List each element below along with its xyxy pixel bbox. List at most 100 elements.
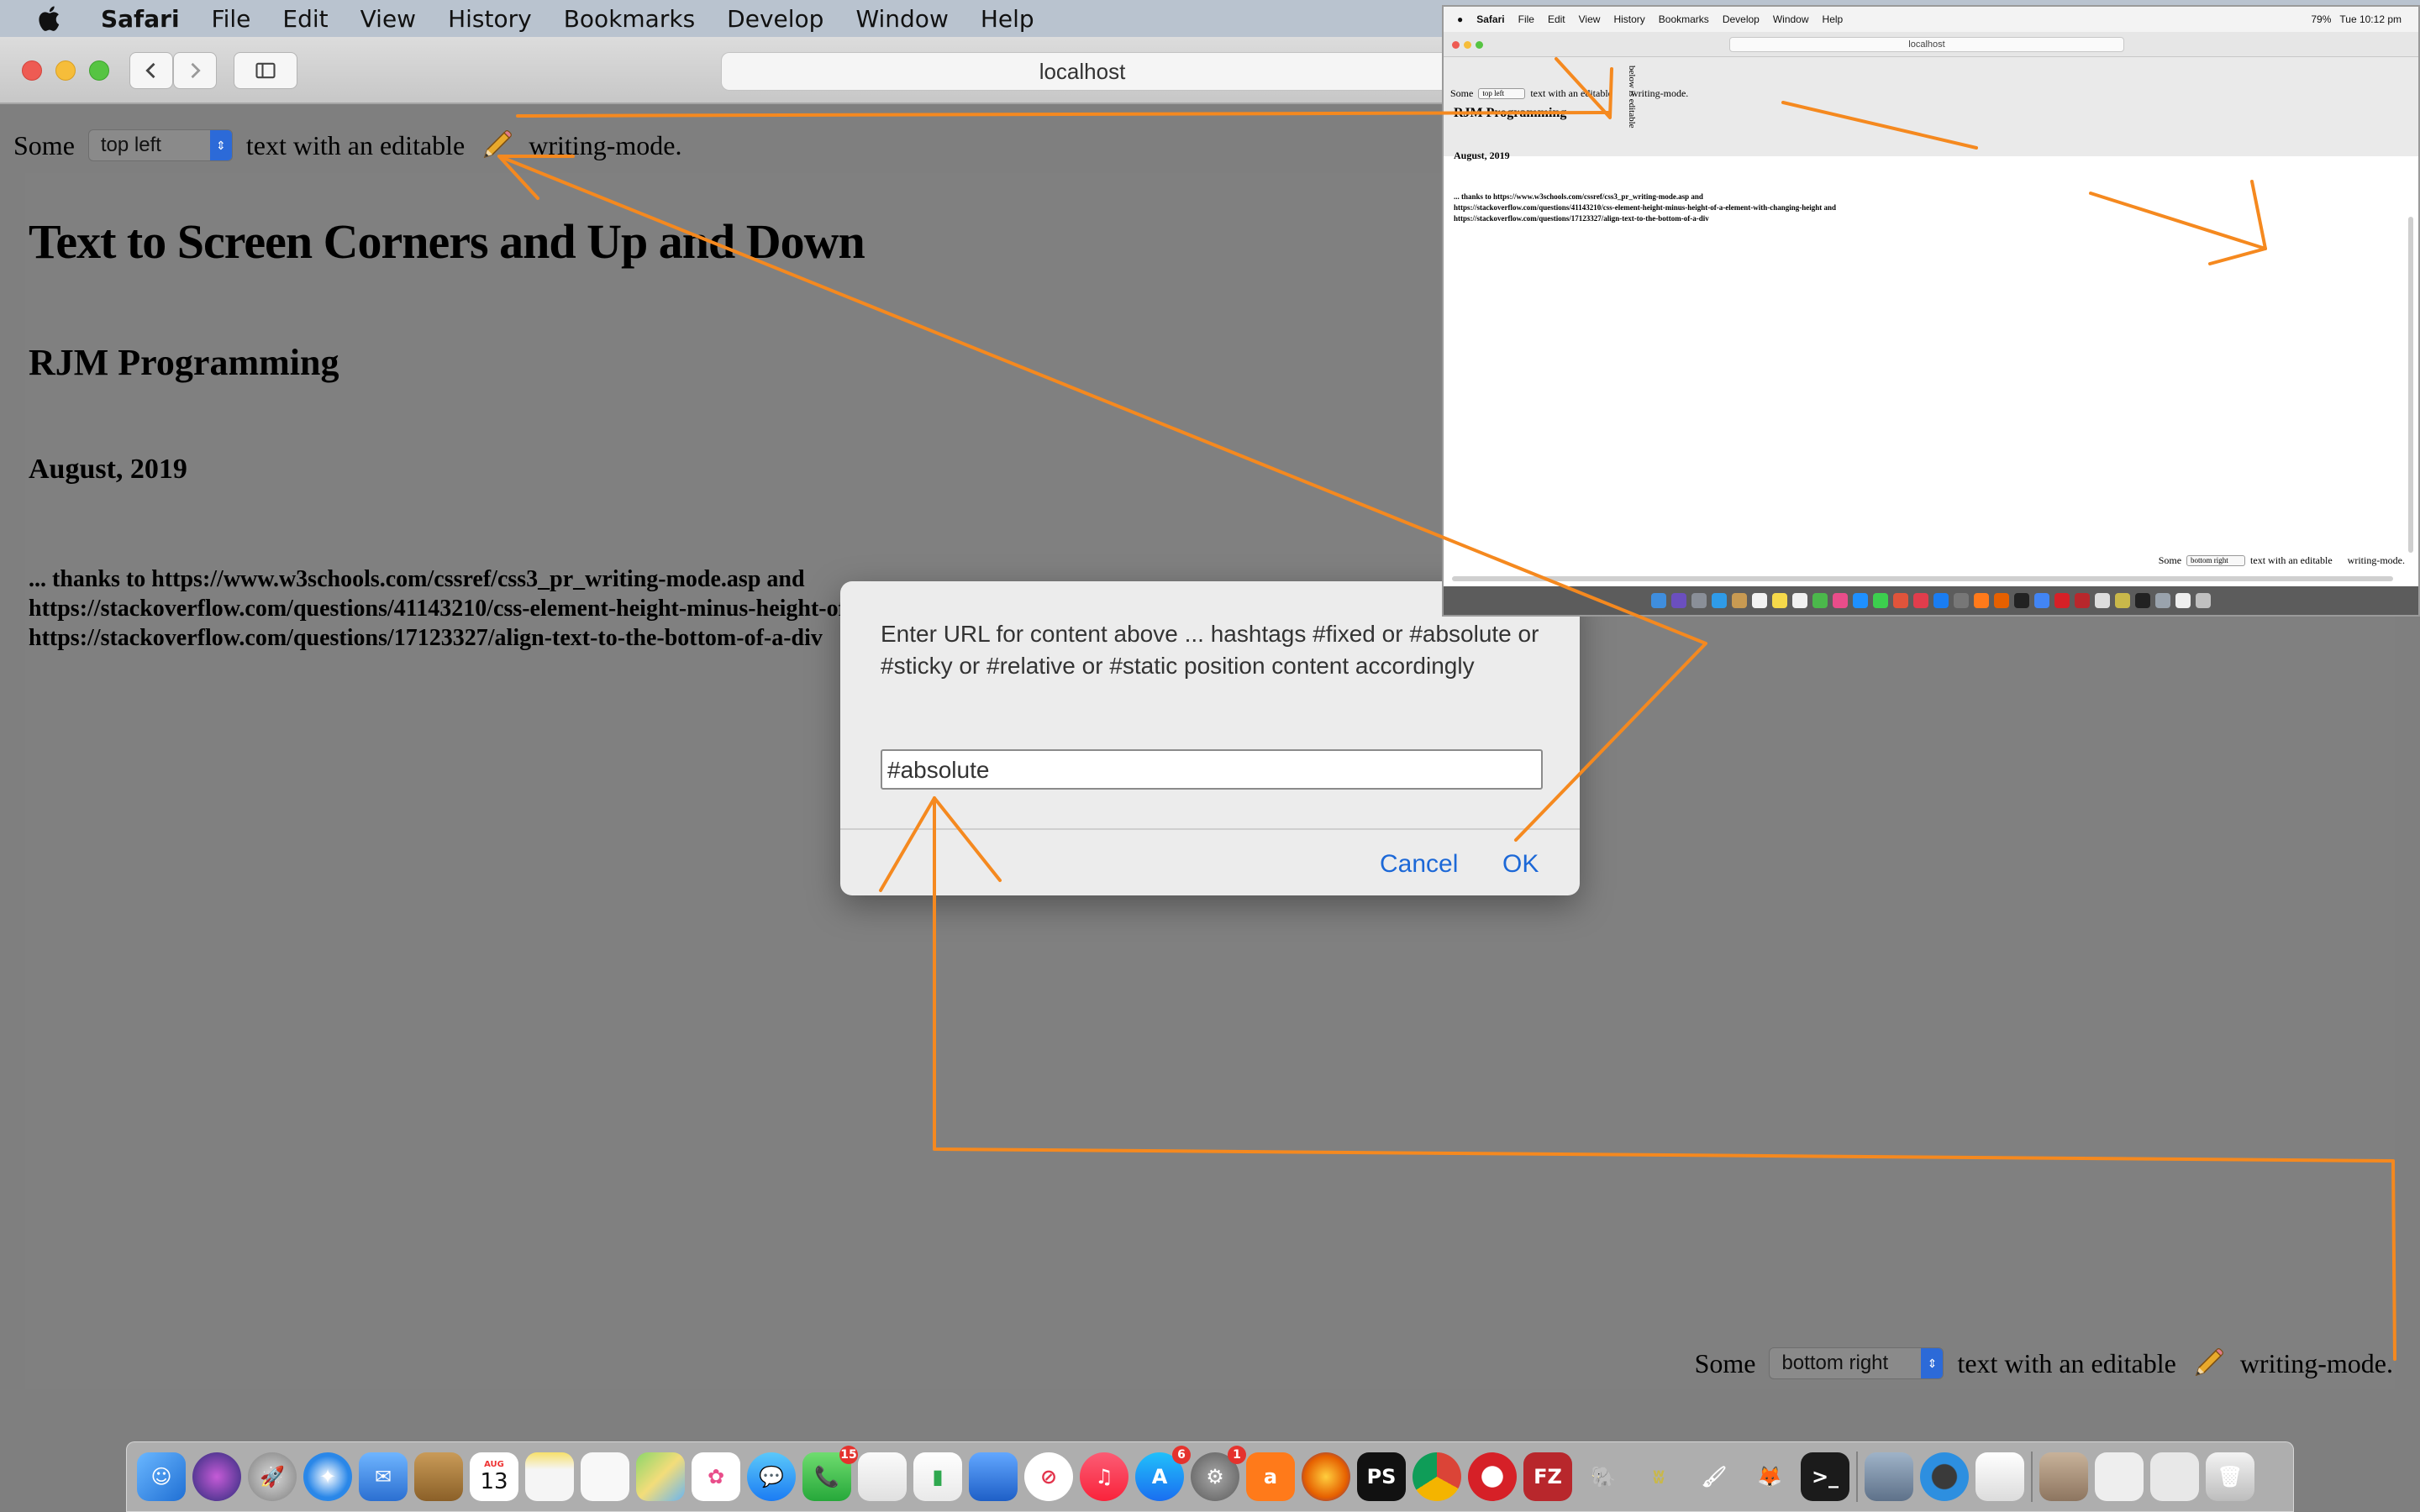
dialog-message: Enter URL for content above ... hashtags… <box>881 621 1539 679</box>
inset-thanks-line: https://stackoverflow.com/questions/1712… <box>1454 214 1709 223</box>
pencil-icon[interactable] <box>2190 1345 2227 1382</box>
inset-top-area <box>1444 57 2418 156</box>
inset-bottom-line: Some bottom right text with an editable … <box>2159 554 2405 567</box>
menu-file[interactable]: File <box>212 5 251 33</box>
keynote-icon[interactable] <box>969 1452 1018 1501</box>
date-heading: August, 2019 <box>29 454 187 485</box>
pencil-icon[interactable] <box>478 127 515 164</box>
inset-dock-icon <box>1994 593 2009 608</box>
inset-close-dot <box>1452 41 1460 49</box>
minimize-window-button[interactable] <box>55 60 76 81</box>
menu-develop[interactable]: Develop <box>727 5 823 33</box>
corner-select-top[interactable]: top left ⇕ <box>87 129 233 161</box>
forward-button[interactable] <box>173 52 217 89</box>
cancel-button[interactable]: Cancel <box>1380 850 1458 879</box>
inset-horizontal-scrollbar <box>1452 576 2393 581</box>
corner-select-bottom[interactable]: bottom right ⇕ <box>1769 1347 1944 1379</box>
safari-icon[interactable]: ✦ <box>303 1452 352 1501</box>
ok-button[interactable]: OK <box>1502 850 1539 879</box>
reminders-icon[interactable] <box>581 1452 629 1501</box>
quicktime-icon[interactable] <box>1920 1452 1969 1501</box>
bottom-corner-line: Some bottom right ⇕ text with an editabl… <box>1695 1339 2393 1388</box>
preview-icon[interactable] <box>1865 1452 1913 1501</box>
elephant-icon[interactable]: 🐘 <box>1579 1452 1628 1501</box>
xampp-icon[interactable]: ʬ <box>1634 1452 1683 1501</box>
facetime-icon[interactable]: 📞 15 <box>802 1446 858 1501</box>
address-bar[interactable]: localhost <box>721 52 1444 91</box>
calendar-icon[interactable]: AUG 13 <box>470 1452 518 1501</box>
zoom-window-button[interactable] <box>89 60 109 81</box>
url-input[interactable]: #absolute <box>881 749 1543 790</box>
siri-icon[interactable] <box>192 1452 241 1501</box>
screenshot-stack-icon[interactable] <box>2150 1452 2199 1501</box>
inset-top-prefix: Some <box>1450 87 1474 99</box>
trash-icon[interactable]: 🗑 <box>2206 1452 2254 1501</box>
menu-history[interactable]: History <box>448 5 532 33</box>
firefox-icon[interactable] <box>1302 1452 1350 1501</box>
textedit-icon[interactable] <box>1975 1452 2024 1501</box>
inset-top-line: Some top left text with an editable writ… <box>1450 87 1688 100</box>
close-window-button[interactable] <box>22 60 42 81</box>
inset-dock-icon <box>1873 593 1888 608</box>
news-icon[interactable]: ⊘ <box>1024 1452 1073 1501</box>
itunes-icon[interactable]: ♫ <box>1080 1452 1128 1501</box>
inset-menu-item: File <box>1518 13 1534 25</box>
chevron-right-icon <box>191 62 201 79</box>
menu-help[interactable]: Help <box>981 5 1034 33</box>
filezilla-icon[interactable]: FZ <box>1523 1452 1572 1501</box>
system-preferences-badge: 1 <box>1228 1446 1246 1464</box>
menu-bookmarks[interactable]: Bookmarks <box>564 5 695 33</box>
inset-status: 79% Tue 10:12 pm <box>2311 13 2402 25</box>
maps-icon[interactable] <box>636 1452 685 1501</box>
launchpad-icon[interactable]: 🚀 <box>248 1452 297 1501</box>
photos-icon[interactable]: ✿ <box>692 1452 740 1501</box>
inset-menu-bar: ● Safari File Edit View History Bookmark… <box>1444 7 2418 32</box>
opera-icon[interactable] <box>1468 1452 1517 1501</box>
inset-dock-icon <box>1812 593 1828 608</box>
pages-icon[interactable] <box>858 1452 907 1501</box>
inset-dock <box>1444 586 2418 615</box>
sidebar-toggle-button[interactable] <box>234 52 297 89</box>
inset-thanks: ... thanks to https://www.w3schools.com/… <box>1454 192 1836 224</box>
menu-window[interactable]: Window <box>855 5 948 33</box>
back-button[interactable] <box>129 52 173 89</box>
downloads-stack-icon[interactable] <box>2039 1452 2088 1501</box>
menu-view[interactable]: View <box>360 5 416 33</box>
document-stack-icon[interactable] <box>2095 1452 2144 1501</box>
numbers-icon[interactable]: ▮ <box>913 1452 962 1501</box>
inset-menu-safari: Safari <box>1476 13 1505 25</box>
menu-safari[interactable]: Safari <box>101 5 180 33</box>
finder-icon[interactable]: ☺ <box>137 1452 186 1501</box>
menu-edit[interactable]: Edit <box>282 5 328 33</box>
messages-icon[interactable]: 💬 <box>747 1452 796 1501</box>
mail-icon[interactable]: ✉ <box>359 1452 408 1501</box>
contacts-icon[interactable] <box>414 1452 463 1501</box>
inset-dock-icon <box>1752 593 1767 608</box>
dialog-divider <box>840 828 1580 830</box>
terminal-icon[interactable]: >_ <box>1801 1452 1849 1501</box>
notes-icon[interactable] <box>525 1452 574 1501</box>
page-title: Text to Screen Corners and Up and Down <box>29 214 865 269</box>
gimp-icon[interactable]: 🦊 <box>1745 1452 1794 1501</box>
inkscape-icon[interactable]: 🖌 <box>1690 1452 1739 1501</box>
thanks-line: https://stackoverflow.com/questions/4114… <box>29 596 852 622</box>
system-preferences-icon[interactable]: ⚙ 1 <box>1191 1446 1246 1501</box>
inset-select-top: top left <box>1478 88 1526 99</box>
app-store-icon[interactable]: A6 <box>1135 1446 1191 1501</box>
inset-bottom-prefix: Some <box>2158 554 2182 566</box>
top-line-middle: text with an editable <box>245 129 466 160</box>
inset-dock-icon <box>1954 593 1969 608</box>
url-prompt-dialog: Enter URL for content above ... hashtags… <box>840 581 1580 895</box>
inset-menu-item: History <box>1613 13 1645 25</box>
chrome-icon[interactable] <box>1413 1452 1461 1501</box>
url-text: localhost <box>1039 58 1126 84</box>
app-store-badge: 6 <box>1172 1446 1191 1464</box>
inset-dock-icon <box>2155 593 2170 608</box>
author-heading: RJM Programming <box>29 342 339 383</box>
inset-dock-icon <box>2196 593 2211 608</box>
inset-dock-icon <box>2175 593 2191 608</box>
top-corner-line: Some top left ⇕ text with an editable wr… <box>13 121 681 170</box>
avast-icon[interactable]: a <box>1246 1452 1295 1501</box>
phpstorm-icon[interactable]: PS <box>1357 1452 1406 1501</box>
apple-logo-icon[interactable] <box>34 3 67 34</box>
